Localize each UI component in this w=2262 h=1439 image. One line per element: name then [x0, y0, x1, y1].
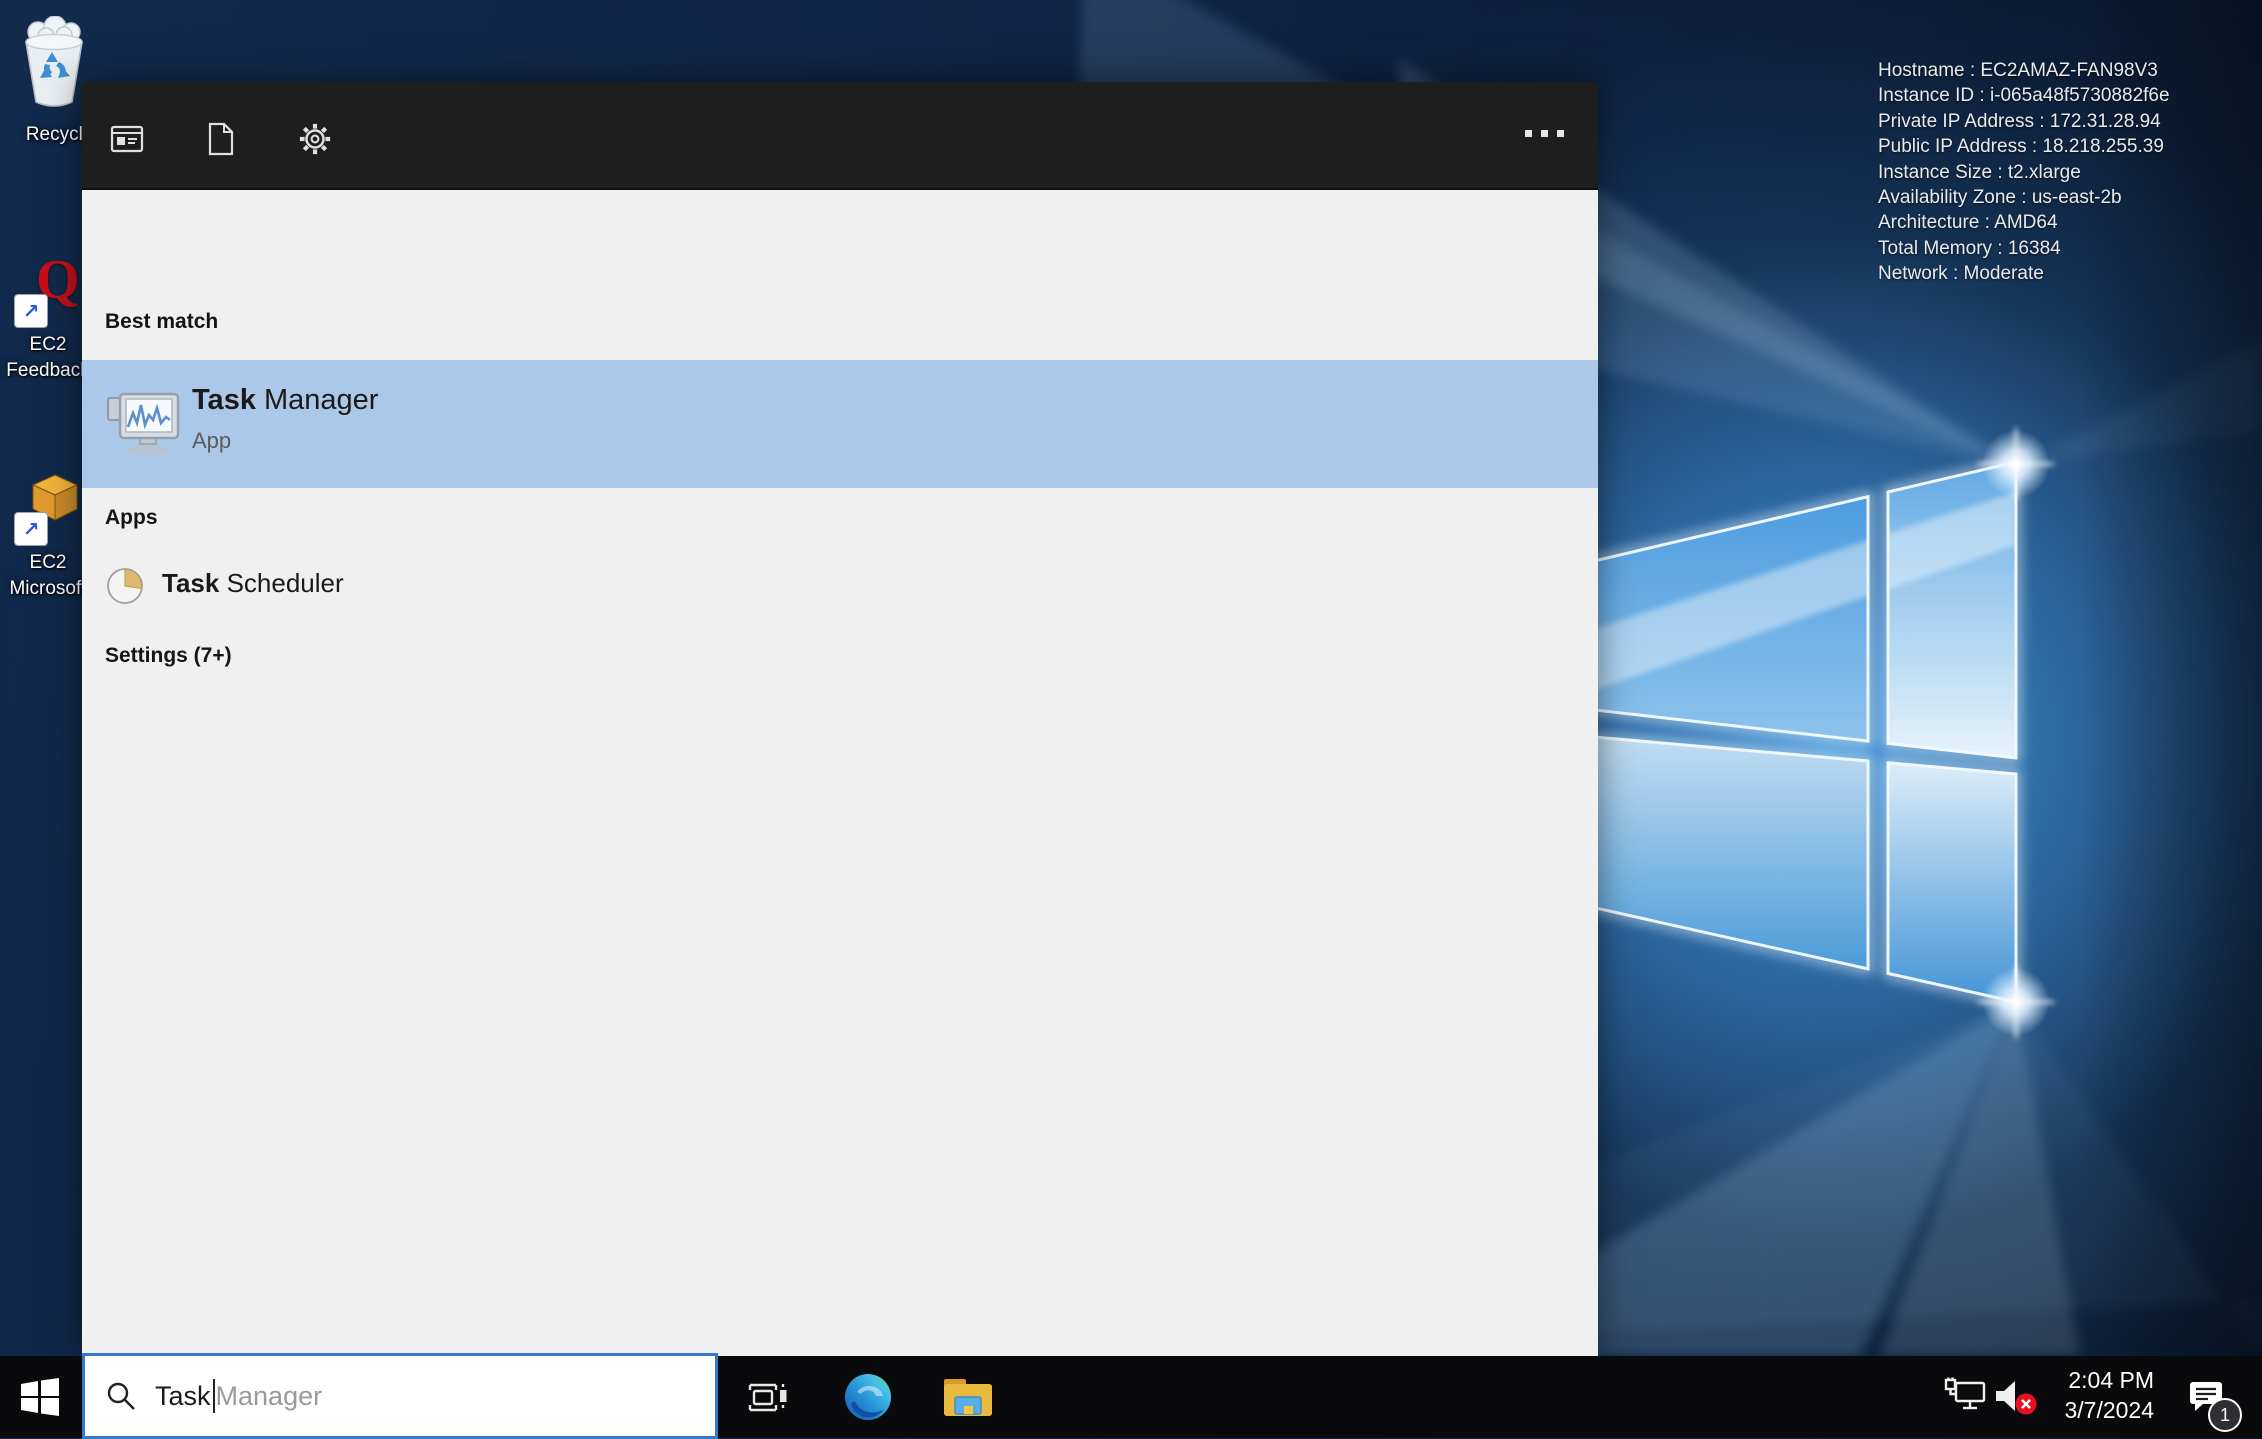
search-results-panel: Best match Task Manager App Apps Task Sc…: [82, 82, 1598, 1356]
ec2-info-line: Architecture : AMD64: [1878, 212, 2058, 234]
filter-apps-button[interactable]: [110, 122, 144, 156]
filter-settings-button[interactable]: [298, 122, 332, 156]
result-task-manager[interactable]: Task Manager App: [82, 360, 1598, 488]
apps-icon: [110, 125, 144, 153]
clock-time: 2:04 PM: [2068, 1367, 2154, 1393]
section-header-apps: Apps: [105, 506, 158, 529]
edge-browser-button[interactable]: [836, 1356, 900, 1438]
file-explorer-button[interactable]: [936, 1356, 1000, 1438]
ec2-info-line: Network : Moderate: [1878, 263, 2044, 285]
search-icon: [107, 1382, 135, 1410]
recycle-bin-icon: [25, 15, 83, 107]
task-scheduler-icon: [107, 568, 143, 604]
search-suggestion-text: Manager: [215, 1380, 323, 1411]
search-results-body: Best match Task Manager App Apps Task Sc…: [82, 190, 1598, 1356]
more-icon: [1525, 130, 1532, 137]
ec2-instance-info: Hostname : EC2AMAZ-FAN98V3 Instance ID :…: [1878, 58, 2170, 287]
search-typed-text: Task: [155, 1380, 211, 1411]
result-task-scheduler[interactable]: Task Scheduler: [82, 548, 1598, 624]
desktop-icon-label-line1: EC2: [29, 552, 67, 573]
clock-date: 3/7/2024: [2064, 1397, 2154, 1423]
taskbar: Task Manager 2:04 PM 3/7/2024: [0, 1353, 2262, 1439]
ec2-info-line: Private IP Address : 172.31.28.94: [1878, 110, 2161, 132]
search-filter-bar: [82, 82, 1598, 190]
desktop-icon-label-line1: EC2: [29, 334, 67, 355]
text-cursor: [212, 1379, 215, 1413]
taskbar-search-input[interactable]: Task Manager: [82, 1353, 718, 1439]
tray-clock[interactable]: 2:04 PM 3/7/2024: [2028, 1365, 2154, 1425]
shortcut-arrow-icon: ↗: [14, 512, 48, 546]
ec2-info-line: Availability Zone : us-east-2b: [1878, 187, 2122, 209]
section-header-settings[interactable]: Settings (7+): [105, 644, 232, 668]
ec2-info-line: Hostname : EC2AMAZ-FAN98V3: [1878, 60, 2158, 81]
task-manager-icon: [107, 392, 180, 456]
result-subtitle: App: [192, 428, 232, 453]
network-icon: [1944, 1377, 1986, 1410]
ec2-info-line: Public IP Address : 18.218.255.39: [1878, 136, 2164, 158]
more-filters-button[interactable]: [1525, 130, 1564, 137]
desktop-icon-recycle-bin[interactable]: Recycle Bin: [18, 15, 126, 145]
more-icon: [1557, 130, 1564, 137]
result-title: Task Manager: [192, 384, 379, 416]
network-tray-button[interactable]: [1938, 1356, 1994, 1438]
notification-badge[interactable]: 1: [2208, 1398, 2242, 1432]
shortcut-arrow-icon: ↗: [14, 294, 48, 328]
start-button[interactable]: [0, 1356, 80, 1438]
desktop-icon-label-line2: Microsoft: [9, 578, 87, 599]
desktop-icon-label-line2: Feedback: [6, 360, 90, 381]
ec2-info-line: Instance ID : i-065a48f5730882f6e: [1878, 85, 2170, 107]
search-input-text: Task Manager: [155, 1379, 322, 1413]
ec2-info-line: Instance Size : t2.xlarge: [1878, 161, 2081, 183]
more-icon: [1541, 130, 1548, 137]
filter-documents-button[interactable]: [204, 122, 238, 156]
task-view-button[interactable]: [734, 1356, 798, 1438]
edge-icon: [845, 1374, 891, 1420]
windows-logo-icon: [21, 1378, 59, 1416]
result-title: Task Scheduler: [162, 568, 344, 598]
gear-icon: [299, 123, 331, 155]
document-icon: [208, 122, 234, 156]
section-header-best-match: Best match: [105, 310, 219, 333]
ec2-info-line: Total Memory : 16384: [1878, 237, 2061, 259]
task-view-icon: [748, 1383, 787, 1412]
file-explorer-icon: [944, 1379, 992, 1416]
